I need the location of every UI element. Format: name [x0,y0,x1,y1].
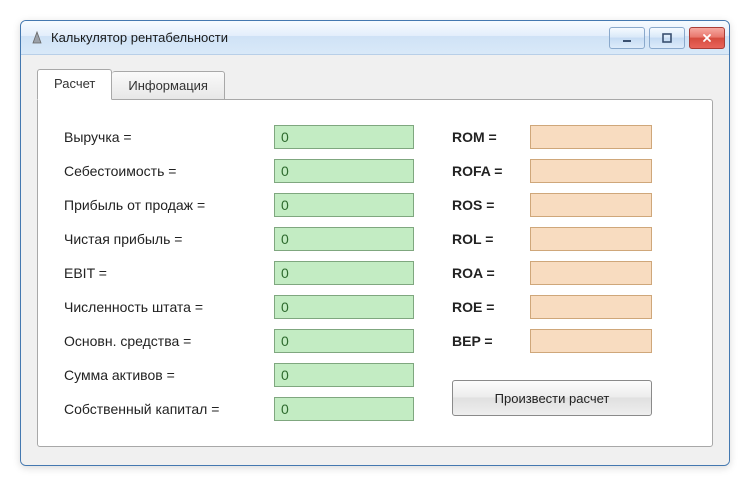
calculate-button[interactable]: Произвести расчет [452,380,652,416]
titlebar[interactable]: Калькулятор рентабельности [21,21,729,55]
input-total-assets[interactable] [274,363,414,387]
outputs-column: ROM = ROFA = ROS = ROL = [452,120,690,426]
label-fixed-assets: Основн. средства = [64,333,274,349]
output-rofa [530,159,652,183]
label-ros: ROS = [452,197,530,213]
inputs-column: Выручка = Себестоимость = Прибыль от про… [64,120,424,426]
app-icon [29,30,45,46]
label-roe: ROE = [452,299,530,315]
tab-info[interactable]: Информация [112,71,225,100]
label-rom: ROM = [452,129,530,145]
label-rol: ROL = [452,231,530,247]
output-rom [530,125,652,149]
label-bep: BEP = [452,333,530,349]
window-title: Калькулятор рентабельности [51,30,609,45]
app-window: Калькулятор рентабельности Расчет Информ… [20,20,730,466]
input-revenue[interactable] [274,125,414,149]
tab-calc[interactable]: Расчет [37,69,112,100]
label-net-profit: Чистая прибыль = [64,231,274,247]
label-sales-profit: Прибыль от продаж = [64,197,274,213]
input-cost[interactable] [274,159,414,183]
label-revenue: Выручка = [64,129,274,145]
tab-panel-calc: Выручка = Себестоимость = Прибыль от про… [37,99,713,447]
input-headcount[interactable] [274,295,414,319]
output-roe [530,295,652,319]
output-rol [530,227,652,251]
label-ebit: EBIT = [64,265,274,281]
label-roa: ROA = [452,265,530,281]
label-rofa: ROFA = [452,163,530,179]
label-total-assets: Сумма активов = [64,367,274,383]
label-headcount: Численность штата = [64,299,274,315]
input-equity[interactable] [274,397,414,421]
label-cost: Себестоимость = [64,163,274,179]
input-sales-profit[interactable] [274,193,414,217]
input-net-profit[interactable] [274,227,414,251]
input-ebit[interactable] [274,261,414,285]
window-controls [609,27,725,49]
label-equity: Собственный капитал = [64,401,274,417]
input-fixed-assets[interactable] [274,329,414,353]
output-bep [530,329,652,353]
maximize-button[interactable] [649,27,685,49]
output-roa [530,261,652,285]
output-ros [530,193,652,217]
close-button[interactable] [689,27,725,49]
minimize-button[interactable] [609,27,645,49]
client-area: Расчет Информация Выручка = Себестоимост… [21,55,729,465]
tabstrip: Расчет Информация [37,69,713,100]
